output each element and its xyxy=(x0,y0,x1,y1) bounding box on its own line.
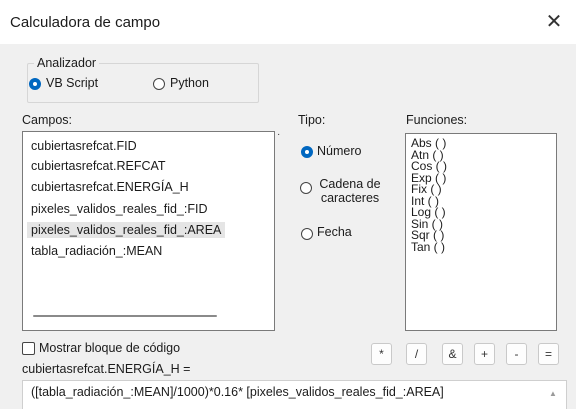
fields-label: Campos: xyxy=(22,113,73,127)
radio-vbscript-label: VB Script xyxy=(46,76,99,90)
radio-python-label: Python xyxy=(170,76,209,90)
close-button[interactable]: ✕ xyxy=(532,0,576,44)
field-calculator-dialog: Calculadora de campo ✕ Analizador VB Scr… xyxy=(0,0,576,409)
expression-target-label: cubiertasrefcat.ENERGÍA_H = xyxy=(22,362,191,376)
show-codeblock-label: Mostrar bloque de código xyxy=(39,341,181,355)
expression-text: ([tabla_radiación_:MEAN]/1000)*0.16* [pi… xyxy=(31,385,444,399)
radio-cadena-indicator[interactable] xyxy=(300,182,312,194)
show-codeblock-checkbox[interactable] xyxy=(22,342,35,355)
window-title: Calculadora de campo xyxy=(10,14,161,31)
scroll-marker-icon: · xyxy=(277,129,281,140)
list-item[interactable]: cubiertasrefcat.ENERGÍA_H xyxy=(31,179,189,195)
operator-equals-button[interactable]: = xyxy=(538,343,559,365)
operator-divide-button[interactable]: / xyxy=(406,343,427,365)
radio-python-indicator[interactable] xyxy=(153,78,165,90)
list-item[interactable]: tabla_radiación_:MEAN xyxy=(31,243,162,259)
scroll-up-arrow-icon[interactable]: ▲ xyxy=(546,388,560,400)
analyzer-label: Analizador xyxy=(34,56,100,70)
function-item[interactable]: Tan ( ) xyxy=(411,241,445,254)
list-item[interactable]: cubiertasrefcat.REFCAT xyxy=(31,158,166,174)
title-bar: Calculadora de campo ✕ xyxy=(0,0,576,44)
functions-list[interactable]: Abs ( ) Atn ( ) Cos ( ) Exp ( ) Fix ( ) … xyxy=(405,133,557,331)
fields-list[interactable]: cubiertasrefcat.FID cubiertasrefcat.REFC… xyxy=(22,131,275,331)
operator-plus-button[interactable]: + xyxy=(474,343,495,365)
operator-concat-button[interactable]: & xyxy=(442,343,463,365)
radio-numero-label: Número xyxy=(317,144,362,158)
list-item[interactable]: pixeles_validos_reales_fid_:FID xyxy=(31,201,207,217)
functions-label: Funciones: xyxy=(406,113,468,127)
radio-vbscript-indicator[interactable] xyxy=(29,78,41,90)
fields-scrollbar-thumb[interactable] xyxy=(33,315,217,317)
radio-fecha-indicator[interactable] xyxy=(301,228,313,240)
close-icon: ✕ xyxy=(545,11,563,33)
operator-multiply-button[interactable]: * xyxy=(371,343,392,365)
type-label: Tipo: xyxy=(298,113,326,127)
list-item[interactable]: cubiertasrefcat.FID xyxy=(31,138,137,154)
operator-minus-button[interactable]: - xyxy=(506,343,527,365)
radio-cadena-label: Cadena de caracteres xyxy=(319,177,381,205)
radio-numero-indicator[interactable] xyxy=(301,146,313,158)
radio-fecha-label: Fecha xyxy=(317,225,352,239)
list-item-selected[interactable]: pixeles_validos_reales_fid_:AREA xyxy=(27,222,226,238)
